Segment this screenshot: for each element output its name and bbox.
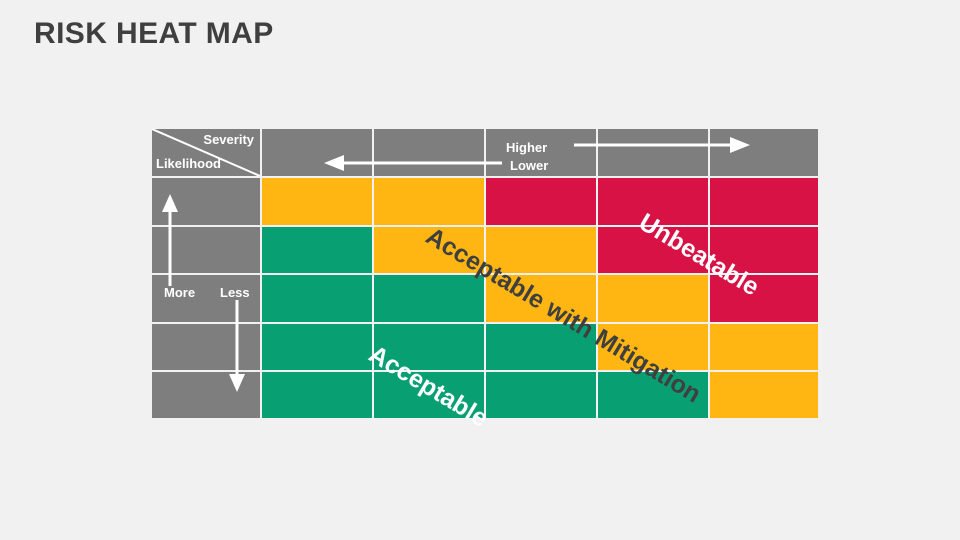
heat-cell-r5c4[interactable]: [598, 372, 708, 418]
heat-cell-r5c5[interactable]: [710, 372, 818, 418]
heat-cell-r2c4[interactable]: [598, 227, 708, 273]
heat-cell-r5c1[interactable]: [262, 372, 372, 418]
heat-cell-r5c2[interactable]: [374, 372, 484, 418]
likelihood-header-cell-1: [152, 178, 260, 225]
heat-cell-r1c5[interactable]: [710, 178, 818, 225]
severity-header-cell-1: [262, 129, 372, 176]
severity-header-cell-5: [710, 129, 818, 176]
heat-cell-r4c5[interactable]: [710, 324, 818, 370]
heat-cell-r4c1[interactable]: [262, 324, 372, 370]
severity-header-cell-4: [598, 129, 708, 176]
page-title: RISK HEAT MAP: [34, 17, 274, 50]
heat-cell-r3c5[interactable]: [710, 275, 818, 322]
heat-cell-r3c3[interactable]: [486, 275, 596, 322]
heat-cell-r2c5[interactable]: [710, 227, 818, 273]
risk-heat-map-grid: Severity Likelihood: [152, 129, 818, 418]
severity-header-cell-2: [374, 129, 484, 176]
heat-cell-r1c4[interactable]: [598, 178, 708, 225]
likelihood-header-cell-3: [152, 275, 260, 322]
likelihood-header-cell-2: [152, 227, 260, 273]
heat-cell-r4c2[interactable]: [374, 324, 484, 370]
heat-cell-r1c1[interactable]: [262, 178, 372, 225]
likelihood-axis-title: Likelihood: [156, 156, 221, 171]
heat-cell-r3c4[interactable]: [598, 275, 708, 322]
likelihood-header-cell-5: [152, 372, 260, 418]
heat-cell-r4c4[interactable]: [598, 324, 708, 370]
heat-cell-r1c2[interactable]: [374, 178, 484, 225]
heat-cell-r1c3[interactable]: [486, 178, 596, 225]
heat-cell-r2c3[interactable]: [486, 227, 596, 273]
heat-cell-r3c1[interactable]: [262, 275, 372, 322]
severity-header-cell-3: [486, 129, 596, 176]
severity-axis-title: Severity: [203, 132, 254, 147]
likelihood-header-cell-4: [152, 324, 260, 370]
heat-cell-r5c3[interactable]: [486, 372, 596, 418]
heat-cell-r4c3[interactable]: [486, 324, 596, 370]
axis-corner-cell: Severity Likelihood: [152, 129, 260, 176]
heat-cell-r2c1[interactable]: [262, 227, 372, 273]
heat-cell-r2c2[interactable]: [374, 227, 484, 273]
heat-cell-r3c2[interactable]: [374, 275, 484, 322]
